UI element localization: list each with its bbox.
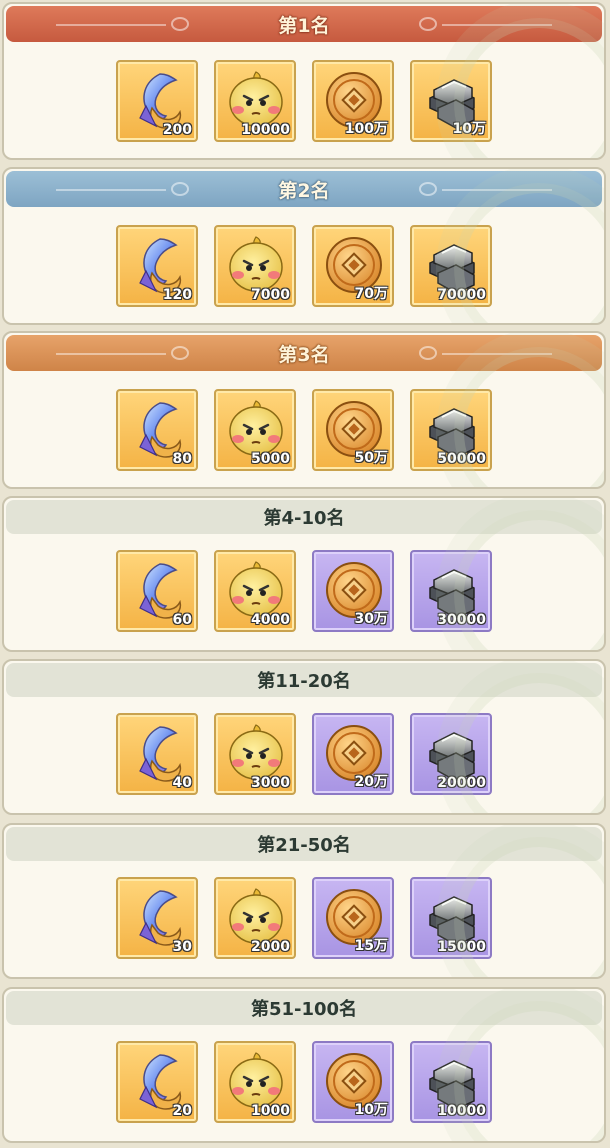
banner-decor-line bbox=[442, 24, 552, 26]
reward-quantity: 100万 bbox=[344, 121, 388, 137]
cloud-swirl-icon bbox=[419, 346, 437, 360]
reward-item-slot[interactable]: 10万 bbox=[312, 1041, 394, 1123]
rank-reward-panel: 第11-20名 40 3000 20万 20000 bbox=[2, 659, 606, 815]
reward-item-slot[interactable]: 4000 bbox=[214, 550, 296, 632]
reward-quantity: 70万 bbox=[354, 286, 388, 302]
rank-title: 第4-10名 bbox=[263, 508, 345, 529]
reward-items-row: 20 1000 10万 10000 bbox=[116, 1041, 492, 1123]
reward-item-slot[interactable]: 30 bbox=[116, 877, 198, 959]
reward-item-slot[interactable]: 30万 bbox=[312, 550, 394, 632]
reward-item-slot[interactable]: 60 bbox=[116, 550, 198, 632]
banner-decor-line bbox=[442, 189, 552, 191]
reward-items-row: 200 10000 100万 10万 bbox=[116, 60, 492, 142]
reward-item-slot[interactable]: 30000 bbox=[410, 550, 492, 632]
reward-quantity: 30000 bbox=[437, 612, 486, 628]
reward-item-slot[interactable]: 20万 bbox=[312, 713, 394, 795]
reward-quantity: 5000 bbox=[251, 451, 290, 467]
reward-item-slot[interactable]: 5000 bbox=[214, 389, 296, 471]
cloud-swirl-icon bbox=[419, 182, 437, 196]
cloud-swirl-icon bbox=[171, 17, 189, 31]
reward-item-slot[interactable]: 3000 bbox=[214, 713, 296, 795]
reward-quantity: 4000 bbox=[251, 612, 290, 628]
reward-quantity: 40 bbox=[172, 775, 192, 791]
reward-item-slot[interactable]: 7000 bbox=[214, 225, 296, 307]
reward-items-row: 80 5000 50万 50000 bbox=[116, 389, 492, 471]
reward-item-slot[interactable]: 80 bbox=[116, 389, 198, 471]
reward-quantity: 15000 bbox=[437, 939, 486, 955]
rank-title: 第3名 bbox=[278, 343, 330, 366]
reward-item-slot[interactable]: 50000 bbox=[410, 389, 492, 471]
cloud-swirl-icon bbox=[419, 17, 437, 31]
reward-item-slot[interactable]: 15万 bbox=[312, 877, 394, 959]
reward-quantity: 120 bbox=[162, 287, 192, 303]
reward-quantity: 3000 bbox=[251, 775, 290, 791]
rank-title: 第51-100名 bbox=[250, 999, 358, 1020]
reward-quantity: 20万 bbox=[354, 774, 388, 790]
reward-item-slot[interactable]: 10000 bbox=[410, 1041, 492, 1123]
reward-quantity: 1000 bbox=[251, 1103, 290, 1119]
rank-reward-panel: 第21-50名 30 2000 15万 15000 bbox=[2, 823, 606, 979]
banner-decor-line bbox=[56, 189, 166, 191]
reward-quantity: 10万 bbox=[452, 121, 486, 137]
rank-title-banner: 第2名 bbox=[6, 171, 602, 207]
reward-item-slot[interactable]: 1000 bbox=[214, 1041, 296, 1123]
reward-item-slot[interactable]: 120 bbox=[116, 225, 198, 307]
rank-title-banner: 第1名 bbox=[6, 6, 602, 42]
reward-item-slot[interactable]: 200 bbox=[116, 60, 198, 142]
rank-title: 第2名 bbox=[278, 179, 330, 202]
rank-title-banner: 第3名 bbox=[6, 335, 602, 371]
reward-quantity: 50000 bbox=[437, 451, 486, 467]
cloud-swirl-icon bbox=[171, 182, 189, 196]
rank-reward-panel: 第51-100名 20 1000 10万 10000 bbox=[2, 987, 606, 1143]
reward-quantity: 50万 bbox=[354, 450, 388, 466]
reward-quantity: 7000 bbox=[251, 287, 290, 303]
rank-title-banner: 第11-20名 bbox=[6, 663, 602, 697]
rank-title-banner: 第4-10名 bbox=[6, 500, 602, 534]
reward-quantity: 10000 bbox=[241, 122, 290, 138]
reward-quantity: 20000 bbox=[437, 775, 486, 791]
reward-item-slot[interactable]: 10万 bbox=[410, 60, 492, 142]
rank-reward-panel: 第4-10名 60 4000 30万 30000 bbox=[2, 496, 606, 652]
reward-items-row: 40 3000 20万 20000 bbox=[116, 713, 492, 795]
rank-title: 第1名 bbox=[278, 14, 330, 37]
reward-quantity: 2000 bbox=[251, 939, 290, 955]
rank-reward-panel: 第1名 200 10000 100万 10万 bbox=[2, 2, 606, 160]
reward-quantity: 80 bbox=[172, 451, 192, 467]
reward-items-row: 60 4000 30万 30000 bbox=[116, 550, 492, 632]
reward-quantity: 70000 bbox=[437, 287, 486, 303]
rank-reward-panel: 第2名 120 7000 70万 70000 bbox=[2, 167, 606, 325]
banner-decor-line bbox=[56, 24, 166, 26]
banner-decor-line bbox=[56, 353, 166, 355]
rank-title-banner: 第21-50名 bbox=[6, 827, 602, 861]
reward-quantity: 60 bbox=[172, 612, 192, 628]
rank-title-banner: 第51-100名 bbox=[6, 991, 602, 1025]
reward-item-slot[interactable]: 2000 bbox=[214, 877, 296, 959]
reward-quantity: 20 bbox=[172, 1103, 192, 1119]
reward-item-slot[interactable]: 40 bbox=[116, 713, 198, 795]
reward-item-slot[interactable]: 100万 bbox=[312, 60, 394, 142]
reward-items-row: 30 2000 15万 15000 bbox=[116, 877, 492, 959]
reward-quantity: 30 bbox=[172, 939, 192, 955]
reward-item-slot[interactable]: 20 bbox=[116, 1041, 198, 1123]
cloud-swirl-icon bbox=[171, 346, 189, 360]
reward-quantity: 10000 bbox=[437, 1103, 486, 1119]
reward-items-row: 120 7000 70万 70000 bbox=[116, 225, 492, 307]
rank-title: 第11-20名 bbox=[257, 671, 351, 692]
reward-quantity: 200 bbox=[162, 122, 192, 138]
reward-item-slot[interactable]: 15000 bbox=[410, 877, 492, 959]
reward-item-slot[interactable]: 70万 bbox=[312, 225, 394, 307]
reward-quantity: 10万 bbox=[354, 1102, 388, 1118]
banner-decor-line bbox=[442, 353, 552, 355]
reward-quantity: 15万 bbox=[354, 938, 388, 954]
reward-item-slot[interactable]: 70000 bbox=[410, 225, 492, 307]
reward-quantity: 30万 bbox=[354, 611, 388, 627]
rank-reward-panel: 第3名 80 5000 50万 50000 bbox=[2, 331, 606, 489]
reward-item-slot[interactable]: 50万 bbox=[312, 389, 394, 471]
reward-item-slot[interactable]: 10000 bbox=[214, 60, 296, 142]
reward-item-slot[interactable]: 20000 bbox=[410, 713, 492, 795]
rank-title: 第21-50名 bbox=[257, 835, 351, 856]
